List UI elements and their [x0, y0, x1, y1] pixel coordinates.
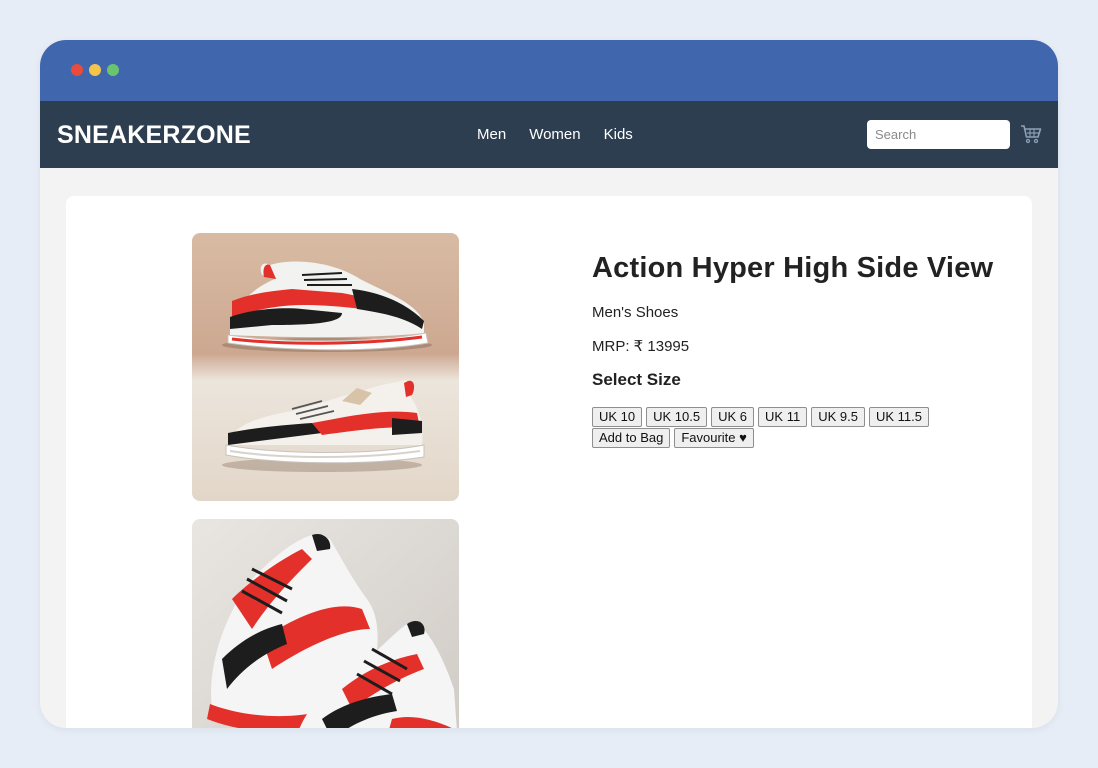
window-titlebar: [40, 40, 1058, 101]
size-button-uk-11-5[interactable]: UK 11.5: [868, 407, 929, 427]
size-button-uk-11[interactable]: UK 11: [758, 407, 808, 427]
cart-icon[interactable]: [1019, 122, 1043, 146]
sneaker-side-view-illustration: [192, 233, 459, 501]
size-button-uk-10[interactable]: UK 10: [592, 407, 643, 427]
sneaker-pair-illustration: [192, 519, 459, 728]
product-image-side-view[interactable]: [192, 233, 459, 501]
size-heading: Select Size: [592, 370, 681, 389]
minimize-window-dot[interactable]: [89, 64, 101, 76]
nav-link-men[interactable]: Men: [477, 126, 506, 143]
search-input[interactable]: [867, 120, 1010, 149]
product-price: MRP: ₹ 13995: [592, 338, 690, 355]
add-to-bag-button[interactable]: Add to Bag: [592, 428, 671, 448]
browser-window: SNEAKERZONE Men Women Kids Search Action…: [40, 40, 1058, 728]
nav-link-women[interactable]: Women: [529, 126, 580, 143]
product-card: Action Hyper High Side View Men's Shoes …: [66, 196, 1032, 728]
product-title: Action Hyper High Side View: [592, 252, 994, 284]
screenshot-frame: SNEAKERZONE Men Women Kids Search Action…: [0, 0, 1098, 768]
favourite-button[interactable]: Favourite ♥: [674, 428, 754, 448]
nav-link-kids[interactable]: Kids: [604, 126, 633, 143]
size-selector: UK 10 UK 10.5 UK 6 UK 11 UK 9.5 UK 11.5: [592, 407, 1022, 427]
product-image-pair-view[interactable]: [192, 519, 459, 728]
size-button-uk-10-5[interactable]: UK 10.5: [646, 407, 708, 427]
close-window-dot[interactable]: [71, 64, 83, 76]
size-button-uk-9-5[interactable]: UK 9.5: [811, 407, 865, 427]
product-actions: Add to Bag Favourite ♥: [592, 428, 1022, 448]
product-category: Men's Shoes: [592, 304, 679, 321]
size-button-uk-6[interactable]: UK 6: [711, 407, 755, 427]
maximize-window-dot[interactable]: [107, 64, 119, 76]
product-details: Action Hyper High Side View Men's Shoes …: [592, 252, 1022, 448]
site-navbar: SNEAKERZONE Men Women Kids: [40, 101, 1058, 168]
brand-logo[interactable]: SNEAKERZONE: [57, 121, 251, 150]
main-navigation: Men Women Kids: [477, 126, 656, 143]
